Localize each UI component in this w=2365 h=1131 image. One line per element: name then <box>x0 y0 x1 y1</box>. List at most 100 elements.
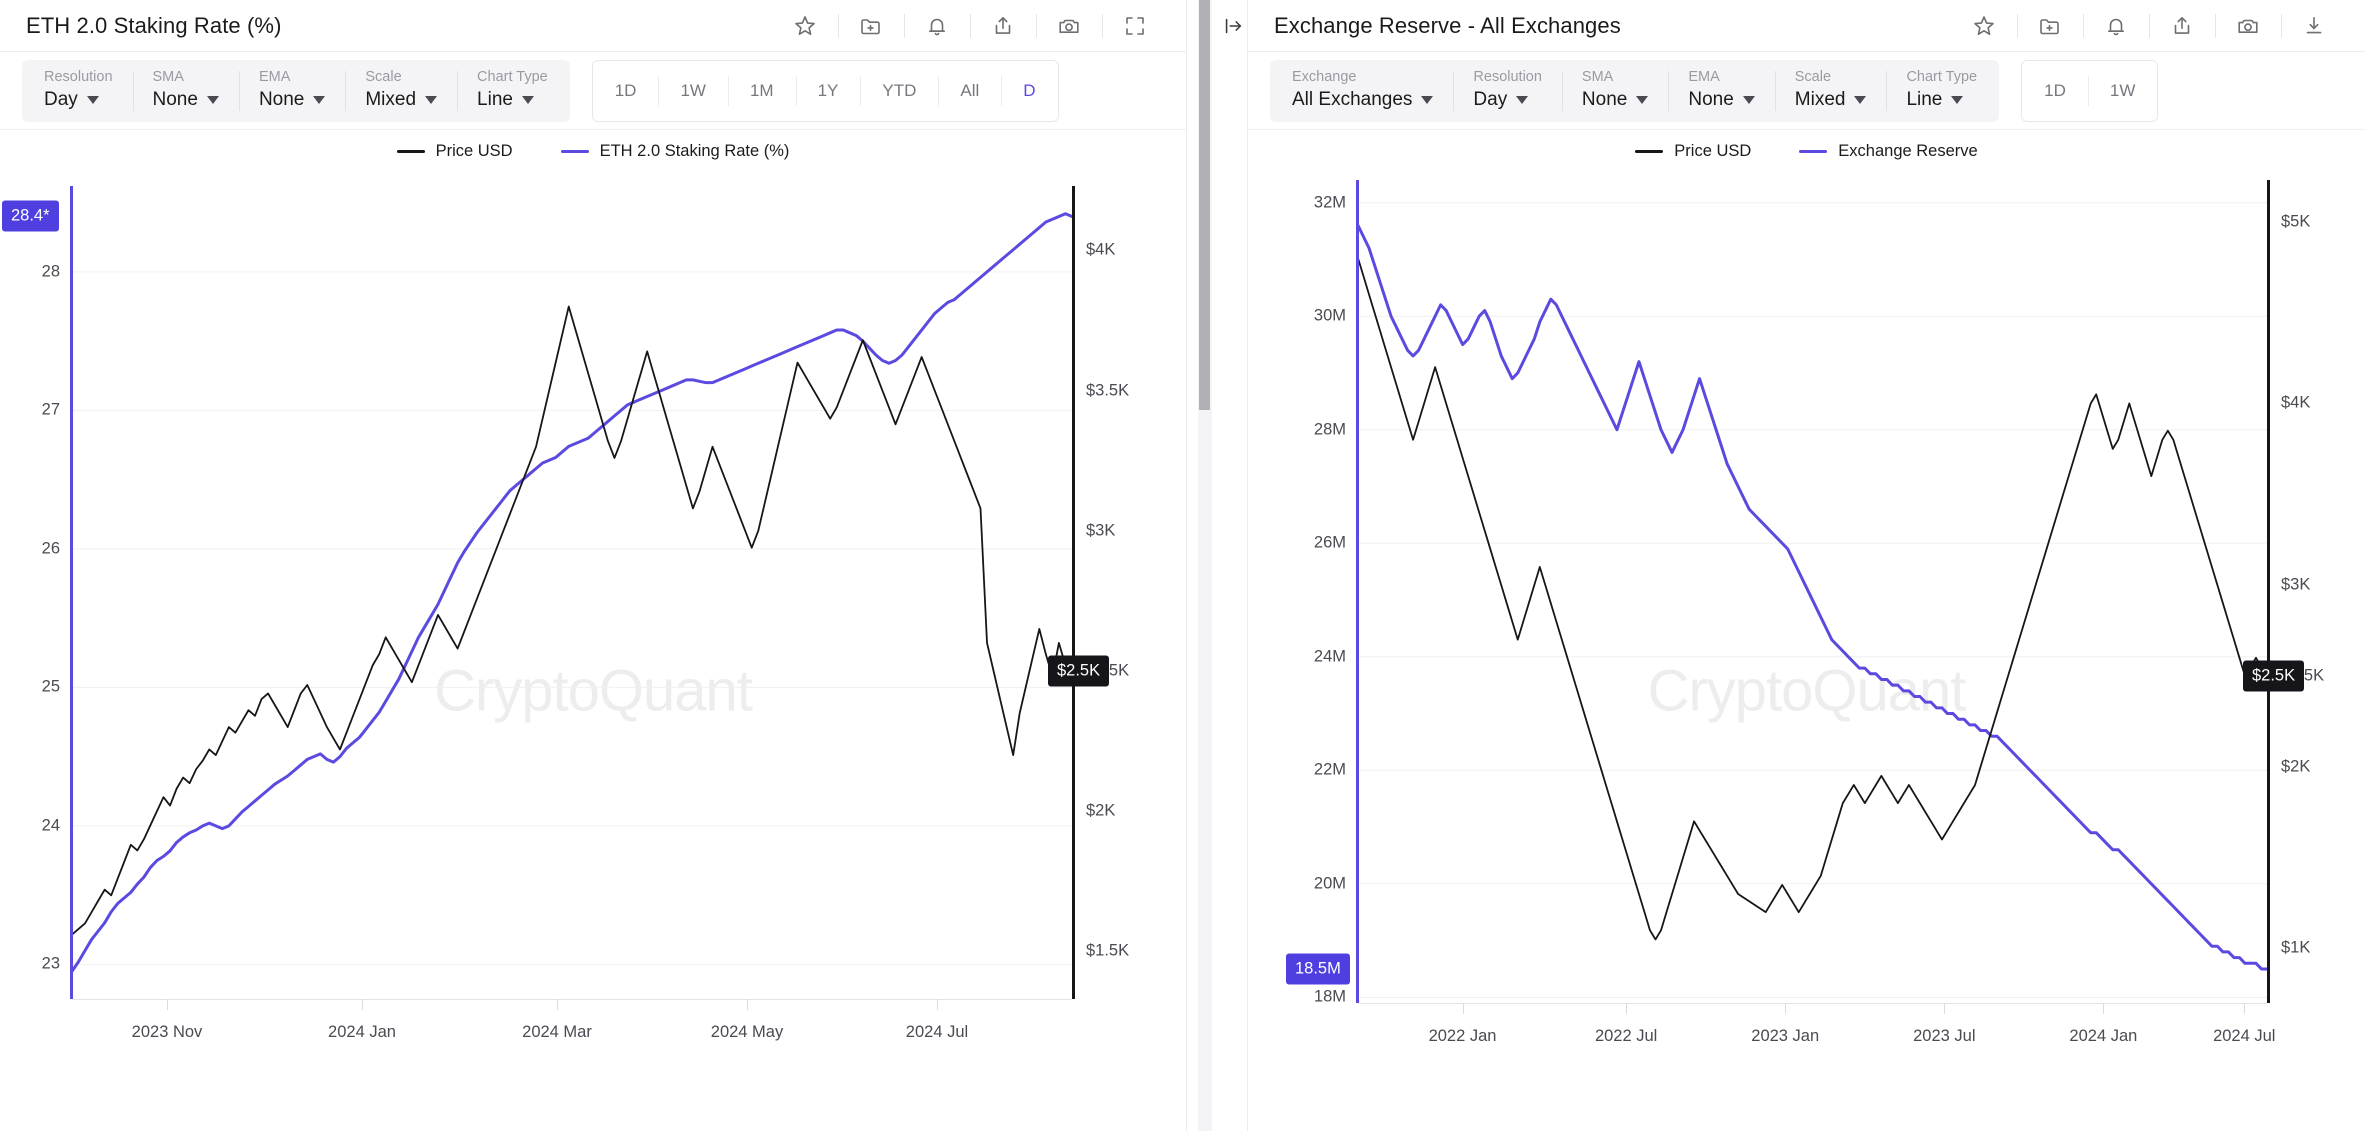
range-button-1m[interactable]: 1M <box>727 61 796 121</box>
left-panel-header: ETH 2.0 Staking Rate (%) <box>0 0 1186 52</box>
chevron-down-icon <box>1636 96 1649 105</box>
range-button-custom[interactable]: D <box>1001 61 1057 121</box>
control-chart-type-value: Line <box>477 87 548 113</box>
range-button-1w[interactable]: 1W <box>658 61 728 121</box>
chevron-down-icon <box>86 96 99 105</box>
control-scale-value: Mixed <box>365 87 438 113</box>
x-axis-line <box>72 999 1072 1000</box>
control-ema[interactable]: EMA None <box>238 60 345 122</box>
chart-plot-svg <box>1356 202 2269 998</box>
range-button-all[interactable]: All <box>938 61 1001 121</box>
control-resolution[interactable]: Resolution Day <box>1453 60 1562 122</box>
x-axis-tick-label: 2023 Jan <box>1751 1027 1820 1045</box>
control-exchange-value: All Exchanges <box>1292 87 1434 113</box>
right-axis-tick: $4K <box>2281 393 2311 412</box>
bell-icon[interactable] <box>904 0 970 52</box>
x-axis-tick-mark <box>1944 1003 1946 1014</box>
camera-icon[interactable] <box>2215 0 2281 52</box>
current-price-badge: $2.5K <box>1048 655 1110 687</box>
x-axis-tick-mark <box>362 999 363 1010</box>
range-button-1w[interactable]: 1W <box>2087 61 2157 121</box>
chevron-down-icon <box>521 96 534 105</box>
x-axis-tick-mark <box>2244 1003 2246 1014</box>
right-axis-tick: $3K <box>1086 521 1116 540</box>
bell-icon[interactable] <box>2083 0 2149 52</box>
series-line-metric <box>1356 223 2269 971</box>
left-control-group: Resolution Day SMA None EMA None Scale M… <box>22 59 570 122</box>
left-axis-tick: 28 <box>41 262 60 281</box>
star-icon[interactable] <box>1951 0 2017 52</box>
right-axis-tick: $4K <box>1086 240 1116 259</box>
share-icon[interactable] <box>970 0 1036 52</box>
control-sma[interactable]: SMA None <box>1561 60 1668 122</box>
x-axis-tick-mark <box>1785 1003 1787 1014</box>
right-axis-spine <box>1072 186 1075 999</box>
range-button-1y[interactable]: 1Y <box>795 61 861 121</box>
left-axis-tick: 28M <box>1313 420 1346 439</box>
x-axis-tick-label: 2022 Jul <box>1594 1027 1658 1045</box>
left-toolbar: Resolution Day SMA None EMA None Scale M… <box>0 52 1186 130</box>
download-icon[interactable] <box>2281 0 2347 52</box>
chevron-down-icon <box>1854 96 1867 105</box>
chevron-down-icon <box>425 96 438 105</box>
control-resolution[interactable]: Resolution Day <box>24 60 133 122</box>
control-ema-value-text: None <box>258 89 305 111</box>
control-sma-label: SMA <box>152 68 184 85</box>
star-icon[interactable] <box>772 0 838 52</box>
x-axis-tick-label: 2022 Jan <box>1428 1027 1497 1045</box>
left-axis-tick: 23 <box>41 954 60 973</box>
control-chart-type[interactable]: Chart Type Line <box>457 60 568 122</box>
right-header-icon-bar <box>1951 0 2365 52</box>
control-exchange[interactable]: Exchange All Exchanges <box>1272 60 1453 122</box>
control-sma[interactable]: SMA None <box>132 60 239 122</box>
control-scale[interactable]: Scale Mixed <box>345 60 457 122</box>
right-page-title: Exchange Reserve - All Exchanges <box>1274 12 1621 38</box>
page-scrollbar-thumb[interactable] <box>1199 0 1210 410</box>
right-axis-spine <box>2267 180 2270 1003</box>
x-axis-tick-mark <box>1462 1003 1464 1014</box>
x-axis-tick-label: 2024 Jan <box>2069 1027 2138 1045</box>
control-sma-value-text: None <box>1581 89 1628 111</box>
right-axis-tick: $1K <box>2281 938 2311 957</box>
control-chart-type[interactable]: Chart Type Line <box>1886 60 1997 122</box>
range-button-1d[interactable]: 1D <box>2022 61 2088 121</box>
control-resolution-value-text: Day <box>44 89 78 111</box>
control-scale-value-text: Mixed <box>1794 89 1846 111</box>
control-chart-type-value: Line <box>1906 87 1977 113</box>
panel-gutter <box>1186 0 1248 1131</box>
current-value-badge: 28.4* <box>2 200 59 232</box>
camera-icon[interactable] <box>1036 0 1102 52</box>
chevron-down-icon <box>1951 96 1964 105</box>
control-resolution-value: Day <box>44 87 113 113</box>
control-scale[interactable]: Scale Mixed <box>1774 60 1887 122</box>
x-axis-tick-label: 2024 May <box>710 1023 784 1041</box>
x-axis-tick-mark <box>1626 1003 1628 1014</box>
right-toolbar: Exchange All Exchanges Resolution Day SM… <box>1248 52 2365 130</box>
control-ema[interactable]: EMA None <box>1668 60 1774 122</box>
x-axis-tick-label: 2023 Nov <box>131 1023 203 1041</box>
folder-plus-icon[interactable] <box>2017 0 2083 52</box>
control-sma-value: None <box>153 87 219 113</box>
right-control-group: Exchange All Exchanges Resolution Day SM… <box>1270 59 2000 122</box>
control-scale-value-text: Mixed <box>365 89 417 111</box>
range-button-1d[interactable]: 1D <box>593 61 659 121</box>
series-line-metric <box>70 212 1074 973</box>
left-page-title: ETH 2.0 Staking Rate (%) <box>26 12 282 38</box>
fullscreen-icon[interactable] <box>1102 0 1168 52</box>
x-axis-tick-label: 2024 Jan <box>328 1023 396 1041</box>
left-axis-tick: 25 <box>41 677 60 696</box>
folder-plus-icon[interactable] <box>838 0 904 52</box>
x-axis-tick-mark <box>937 999 938 1010</box>
left-chart-area: Price USD ETH 2.0 Staking Rate (%) Crypt… <box>0 130 1186 1131</box>
collapse-right-icon[interactable] <box>1217 0 1248 52</box>
control-resolution-label: Resolution <box>44 68 113 85</box>
right-range-selector: 1D 1W <box>2021 59 2159 122</box>
x-axis-tick-label: 2024 Jul <box>905 1023 969 1041</box>
right-chart-area: Price USD Exchange Reserve CryptoQuant 3… <box>1248 130 2365 1131</box>
share-icon[interactable] <box>2149 0 2215 52</box>
control-exchange-label: Exchange <box>1292 68 1357 85</box>
range-button-ytd[interactable]: YTD <box>860 61 938 121</box>
left-axis-tick: 30M <box>1313 306 1346 325</box>
left-axis-tick: 20M <box>1313 874 1346 893</box>
left-axis-tick: 24 <box>41 816 60 835</box>
